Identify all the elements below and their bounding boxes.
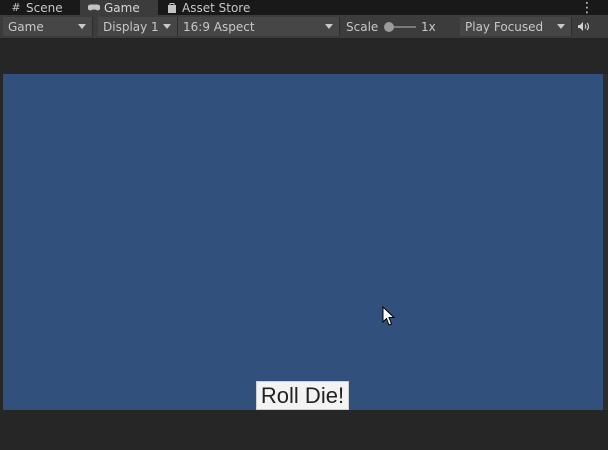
display-value: Display 1 xyxy=(103,19,159,34)
chevron-down-icon xyxy=(78,24,86,29)
mouse-cursor-icon xyxy=(382,306,396,326)
tab-game[interactable]: Game xyxy=(80,0,158,15)
speaker-icon xyxy=(578,22,589,31)
tab-asset-store-label: Asset Store xyxy=(182,0,251,15)
shopping-bag-icon xyxy=(166,2,178,13)
display-dropdown[interactable]: Display 1 xyxy=(98,17,178,36)
aspect-value: 16:9 Aspect xyxy=(183,19,255,34)
grid-icon: # xyxy=(11,1,21,14)
gamepad-icon xyxy=(88,3,100,12)
more-options-icon[interactable]: ⋮ xyxy=(580,0,594,16)
game-viewport[interactable] xyxy=(3,74,603,410)
chevron-down-icon xyxy=(557,24,565,29)
roll-die-button[interactable]: Roll Die! xyxy=(256,381,349,410)
chevron-down-icon xyxy=(325,24,333,29)
scale-value: 1x xyxy=(421,19,436,34)
aspect-dropdown[interactable]: 16:9 Aspect xyxy=(178,17,340,36)
scale-label: Scale xyxy=(346,19,379,34)
tab-game-label: Game xyxy=(104,0,140,15)
mute-audio-button[interactable] xyxy=(574,17,594,36)
tab-scene-label: Scene xyxy=(26,0,63,15)
play-mode-dropdown[interactable]: Play Focused xyxy=(460,17,572,36)
view-mode-value: Game xyxy=(8,19,44,34)
viewport-edge xyxy=(603,74,608,410)
game-toolbar: Game Display 1 16:9 Aspect Scale 1x Play… xyxy=(0,15,608,39)
play-mode-value: Play Focused xyxy=(465,19,544,34)
tab-scene[interactable]: # Scene xyxy=(0,0,78,15)
tab-strip: # Scene Game Asset Store ⋮ xyxy=(0,0,608,16)
scale-slider-handle[interactable] xyxy=(384,22,394,32)
chevron-down-icon xyxy=(163,24,171,29)
tab-asset-store[interactable]: Asset Store xyxy=(160,0,260,15)
view-mode-dropdown[interactable]: Game xyxy=(3,17,93,36)
